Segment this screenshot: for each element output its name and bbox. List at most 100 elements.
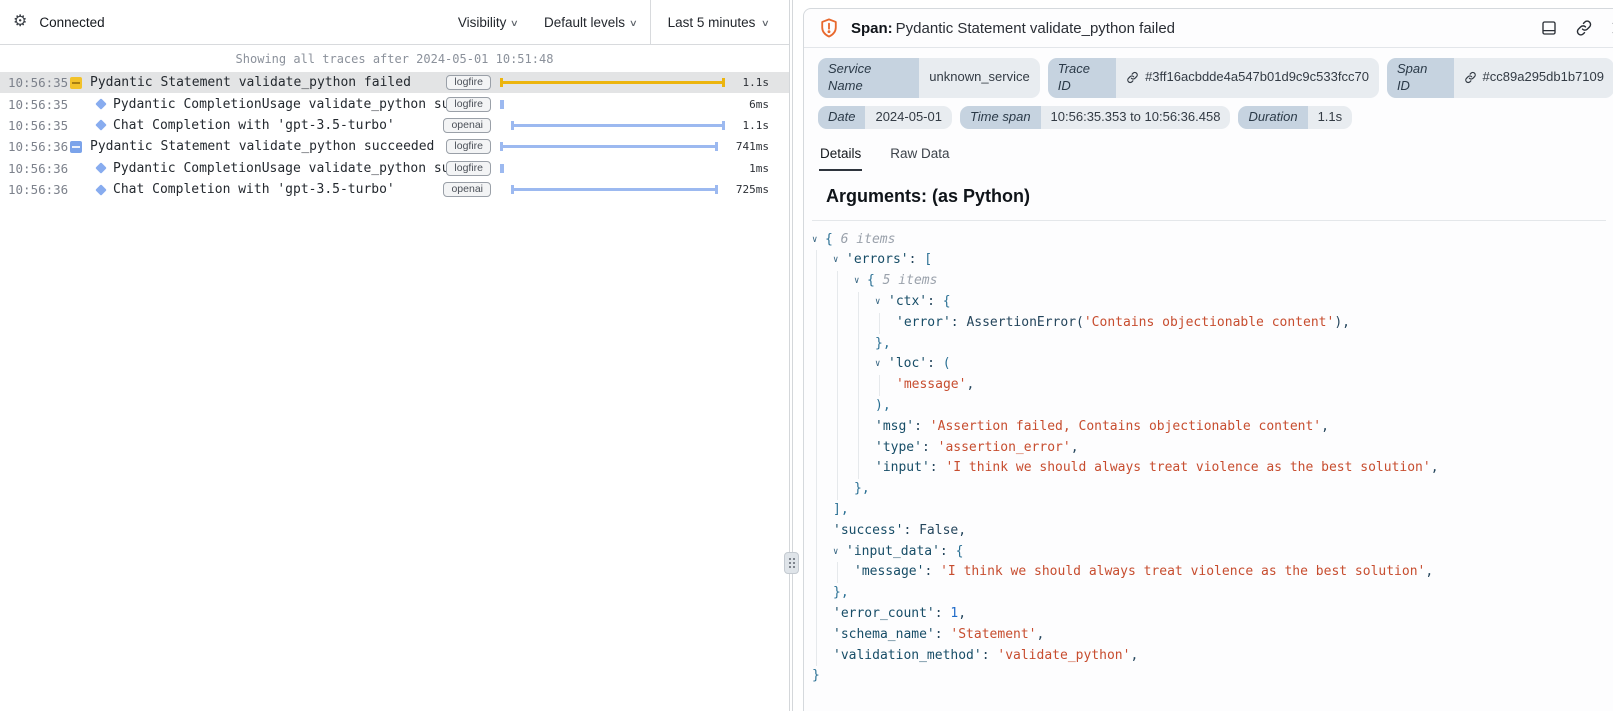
- indent-guide: [858, 438, 859, 459]
- tab-details[interactable]: Details: [819, 140, 862, 171]
- left-toolbar: ⚙ Connected Visibility∨ Default levels∨ …: [0, 0, 789, 45]
- indent-guide: [816, 438, 817, 459]
- logfire-live-view: ⚙ Connected Visibility∨ Default levels∨ …: [0, 0, 1613, 711]
- trace-row[interactable]: 10:56:36Chat Completion with 'gpt-3.5-tu…: [0, 179, 789, 200]
- trace-rows: 10:56:35 Pydantic Statement validate_pyth…: [0, 72, 789, 200]
- collapse-chevron-icon[interactable]: ∨: [833, 250, 846, 271]
- indent-guide: [816, 562, 817, 583]
- indent-guide: [837, 313, 838, 334]
- panel-drag-handle[interactable]: [784, 552, 799, 574]
- indent-guide: [816, 542, 817, 563]
- duration-bar: [500, 78, 725, 87]
- visibility-menu[interactable]: Visibility∨: [445, 0, 531, 44]
- gear-icon[interactable]: ⚙: [13, 14, 27, 30]
- indent-guide: [879, 313, 880, 334]
- traces-banner: Showing all traces after 2024-05-01 10:5…: [0, 45, 789, 72]
- warning-shield-icon: [818, 17, 840, 39]
- trace-row-title: Pydantic Statement validate_python faile…: [90, 75, 446, 90]
- trace-row[interactable]: 10:56:35Pydantic CompletionUsage validat…: [0, 93, 789, 114]
- collapse-chevron-icon[interactable]: ∨: [812, 230, 825, 251]
- code-line: },: [812, 334, 1606, 355]
- badge-service-name: Service Nameunknown_service: [818, 58, 1040, 98]
- code-line: 'type': 'assertion_error',: [812, 438, 1606, 459]
- indent-guide: [858, 313, 859, 334]
- span-detail-panel: Span:Pydantic Statement validate_python …: [793, 0, 1613, 711]
- duration-bar-track: [500, 184, 725, 195]
- trace-timestamp: 10:56:35: [8, 118, 64, 133]
- duration-bar-track: [500, 99, 725, 110]
- code-line: 'schema_name': 'Statement',: [812, 625, 1606, 646]
- badge-date: Date2024-05-01: [818, 106, 952, 129]
- code-line: 'msg': 'Assertion failed, Contains objec…: [812, 417, 1606, 438]
- chevron-down-icon: ∨: [510, 18, 519, 29]
- collapse-toggle-icon[interactable]: [70, 77, 82, 89]
- indent-guide: [816, 292, 817, 313]
- indent-guide: [816, 604, 817, 625]
- trace-row[interactable]: 10:56:36 Pydantic Statement validate_pyth…: [0, 136, 789, 157]
- indent-guide: [879, 375, 880, 396]
- duration-bar-track: [500, 141, 725, 152]
- collapse-chevron-icon[interactable]: ∨: [854, 271, 867, 292]
- collapse-toggle-icon[interactable]: [70, 141, 82, 153]
- duration-bar-track: [500, 163, 725, 174]
- indent-guide: [816, 521, 817, 542]
- indent-guide: [816, 396, 817, 417]
- code-line: 'success': False,: [812, 521, 1606, 542]
- indent-guide: [858, 396, 859, 417]
- code-line: ∨'errors': [: [812, 250, 1606, 271]
- trace-timestamp: 10:56:36: [8, 139, 64, 154]
- trace-row[interactable]: 10:56:35 Chat Completion with 'gpt-3.5-tu…: [0, 115, 789, 136]
- time-range-selector[interactable]: Last 5 minutes∨: [650, 0, 789, 44]
- collapse-chevron-icon[interactable]: ∨: [875, 354, 888, 375]
- scope-tag: logfire: [446, 75, 491, 90]
- link-icon[interactable]: [1575, 19, 1593, 37]
- indent-guide: [837, 375, 838, 396]
- trace-row-title: Pydantic Statement validate_python succe…: [90, 139, 446, 154]
- indent-guide: [858, 458, 859, 479]
- indent-guide: [858, 417, 859, 438]
- trace-row[interactable]: 10:56:35 Pydantic Statement validate_pyth…: [0, 72, 789, 93]
- detail-content: Arguments: (as Python) ∨{ 6 items∨'error…: [804, 171, 1613, 711]
- default-levels-menu[interactable]: Default levels∨: [531, 0, 650, 44]
- trace-row-title: Chat Completion with 'gpt-3.5-turbo': [113, 118, 443, 133]
- badge-value: unknown_service: [919, 58, 1039, 98]
- chevron-down-icon: ∨: [761, 18, 770, 29]
- code-line: 'input': 'I think we should always treat…: [812, 458, 1606, 479]
- arguments-code-tree: ∨{ 6 items∨'errors': [∨{ 5 items∨'ctx': …: [812, 220, 1606, 688]
- badge-value: 2024-05-01: [865, 106, 952, 129]
- duration-bar-track: [500, 77, 725, 88]
- indent-guide: [816, 458, 817, 479]
- collapse-chevron-icon[interactable]: ∨: [875, 292, 888, 313]
- indent-guide: [816, 646, 817, 667]
- badge-label: Time span: [960, 106, 1041, 129]
- badge-value: 1.1s: [1308, 106, 1353, 129]
- reader-panel-icon[interactable]: [1540, 19, 1558, 37]
- span-diamond-icon: [95, 163, 106, 174]
- badge-duration: Duration1.1s: [1238, 106, 1352, 129]
- detail-tabs: Details Raw Data: [804, 137, 1613, 171]
- badge-value[interactable]: #cc89a295db1b7109: [1454, 58, 1613, 98]
- indent-guide: [858, 354, 859, 375]
- trace-row[interactable]: 10:56:36Pydantic CompletionUsage validat…: [0, 158, 789, 179]
- duration-label: 1.1s: [725, 119, 769, 132]
- connection-status: Connected: [39, 15, 104, 30]
- tab-raw-data[interactable]: Raw Data: [889, 140, 950, 171]
- link-icon: [1464, 71, 1477, 84]
- trace-timestamp: 10:56:36: [8, 182, 64, 197]
- duration-bar: [511, 121, 725, 130]
- indent-guide: [816, 313, 817, 334]
- collapse-chevron-icon[interactable]: ∨: [833, 542, 846, 563]
- badge-value[interactable]: #3ff16acbdde4a547b01d9c9c533fcc70: [1116, 58, 1379, 98]
- trace-timestamp: 10:56:35: [8, 75, 64, 90]
- duration-label: 6ms: [725, 98, 769, 111]
- badge-span-id: Span ID#cc89a295db1b7109: [1387, 58, 1613, 98]
- badge-trace-id: Trace ID#3ff16acbdde4a547b01d9c9c533fcc7…: [1048, 58, 1379, 98]
- indent-guide: [837, 334, 838, 355]
- badge-value: 10:56:35.353 to 10:56:36.458: [1041, 106, 1231, 129]
- code-line: 'message': 'I think we should always tre…: [812, 562, 1606, 583]
- indent-guide: [837, 458, 838, 479]
- trace-timestamp: 10:56:35: [8, 97, 64, 112]
- duration-bar: [500, 142, 718, 151]
- indent-guide: [837, 292, 838, 313]
- duration-label: 725ms: [725, 183, 769, 196]
